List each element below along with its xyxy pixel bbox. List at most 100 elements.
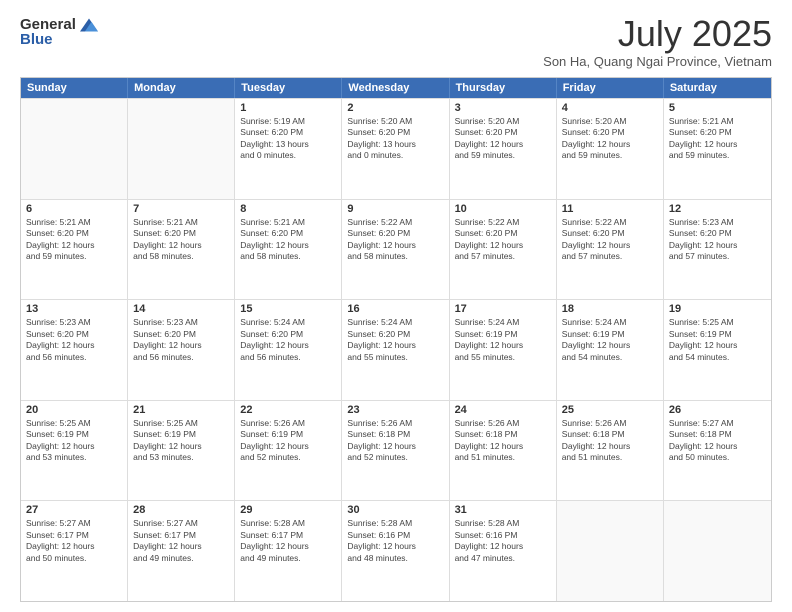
day-number: 31 (455, 504, 551, 516)
calendar-body: 1 Sunrise: 5:19 AM Sunset: 6:20 PM Daylig… (21, 98, 771, 601)
cal-cell: 3Sunrise: 5:20 AM Sunset: 6:20 PM Daylig… (450, 99, 557, 199)
day-number: 1 (240, 102, 336, 114)
day-info: Sunrise: 5:24 AM Sunset: 6:20 PM Dayligh… (240, 317, 336, 363)
cal-header-saturday: Saturday (664, 78, 771, 98)
cal-cell (557, 501, 664, 601)
day-info: Sunrise: 5:27 AM Sunset: 6:17 PM Dayligh… (133, 518, 229, 564)
cal-cell: 6Sunrise: 5:21 AM Sunset: 6:20 PM Daylig… (21, 200, 128, 300)
cal-cell: 26Sunrise: 5:27 AM Sunset: 6:18 PM Dayli… (664, 401, 771, 501)
day-info: Sunrise: 5:24 AM Sunset: 6:20 PM Dayligh… (347, 317, 443, 363)
day-info: Sunrise: 5:25 AM Sunset: 6:19 PM Dayligh… (26, 418, 122, 464)
day-number: 19 (669, 303, 766, 315)
day-number: 6 (26, 203, 122, 215)
day-number: 30 (347, 504, 443, 516)
day-number: 7 (133, 203, 229, 215)
day-info: Sunrise: 5:27 AM Sunset: 6:17 PM Dayligh… (26, 518, 122, 564)
cal-header-sunday: Sunday (21, 78, 128, 98)
day-number: 21 (133, 404, 229, 416)
day-number: 25 (562, 404, 658, 416)
day-number: 23 (347, 404, 443, 416)
cal-cell: 31 Sunrise: 5:28 AM Sunset: 6:16 PM Dayli… (450, 501, 557, 601)
cal-cell: 30 Sunrise: 5:28 AM Sunset: 6:16 PM Dayli… (342, 501, 449, 601)
cal-cell: 7 Sunrise: 5:21 AM Sunset: 6:20 PM Daylig… (128, 200, 235, 300)
day-info: Sunrise: 5:22 AM Sunset: 6:20 PM Dayligh… (455, 217, 551, 263)
cal-cell: 14 Sunrise: 5:23 AM Sunset: 6:20 PM Dayli… (128, 300, 235, 400)
header: General Blue July 2025 Son Ha, Quang Nga… (20, 16, 772, 69)
cal-cell: 21 Sunrise: 5:25 AM Sunset: 6:19 PM Dayli… (128, 401, 235, 501)
cal-row-4: 20 Sunrise: 5:25 AM Sunset: 6:19 PM Dayli… (21, 400, 771, 501)
subtitle: Son Ha, Quang Ngai Province, Vietnam (543, 54, 772, 69)
day-info: Sunrise: 5:20 AM Sunset: 6:20 PM Dayligh… (347, 116, 443, 162)
day-info: Sunrise: 5:28 AM Sunset: 6:16 PM Dayligh… (347, 518, 443, 564)
logo-blue: Blue (20, 31, 53, 48)
cal-cell (21, 99, 128, 199)
day-number: 13 (26, 303, 122, 315)
cal-cell: 23 Sunrise: 5:26 AM Sunset: 6:18 PM Dayli… (342, 401, 449, 501)
day-info: Sunrise: 5:28 AM Sunset: 6:17 PM Dayligh… (240, 518, 336, 564)
day-number: 22 (240, 404, 336, 416)
day-info: Sunrise: 5:26 AM Sunset: 6:18 PM Dayligh… (347, 418, 443, 464)
day-number: 17 (455, 303, 551, 315)
day-info: Sunrise: 5:21 AM Sunset: 6:20 PM Dayligh… (669, 116, 766, 162)
cal-row-3: 13 Sunrise: 5:23 AM Sunset: 6:20 PM Dayli… (21, 299, 771, 400)
day-number: 27 (26, 504, 122, 516)
cal-cell: 17 Sunrise: 5:24 AM Sunset: 6:19 PM Dayli… (450, 300, 557, 400)
cal-cell: 19 Sunrise: 5:25 AM Sunset: 6:19 PM Dayli… (664, 300, 771, 400)
cal-cell: 8Sunrise: 5:21 AM Sunset: 6:20 PM Daylig… (235, 200, 342, 300)
page: General Blue July 2025 Son Ha, Quang Nga… (0, 0, 792, 612)
cal-cell: 29 Sunrise: 5:28 AM Sunset: 6:17 PM Dayli… (235, 501, 342, 601)
cal-row-1: 1 Sunrise: 5:19 AM Sunset: 6:20 PM Daylig… (21, 98, 771, 199)
day-number: 10 (455, 203, 551, 215)
day-number: 12 (669, 203, 766, 215)
day-number: 29 (240, 504, 336, 516)
day-info: Sunrise: 5:19 AM Sunset: 6:20 PM Dayligh… (240, 116, 336, 162)
cal-cell: 9 Sunrise: 5:22 AM Sunset: 6:20 PM Daylig… (342, 200, 449, 300)
cal-cell: 27 Sunrise: 5:27 AM Sunset: 6:17 PM Dayli… (21, 501, 128, 601)
day-info: Sunrise: 5:20 AM Sunset: 6:20 PM Dayligh… (562, 116, 658, 162)
cal-row-2: 6 Sunrise: 5:21 AM Sunset: 6:20 PM Daylig… (21, 199, 771, 300)
calendar: SundayMondayTuesdayWednesdayThursdayFrid… (20, 77, 772, 602)
cal-cell: 15 Sunrise: 5:24 AM Sunset: 6:20 PM Dayli… (235, 300, 342, 400)
title-block: July 2025 Son Ha, Quang Ngai Province, V… (543, 16, 772, 69)
cal-cell: 1 Sunrise: 5:19 AM Sunset: 6:20 PM Daylig… (235, 99, 342, 199)
cal-cell (664, 501, 771, 601)
day-number: 9 (347, 203, 443, 215)
day-info: Sunrise: 5:21 AM Sunset: 6:20 PM Dayligh… (240, 217, 336, 263)
cal-header-thursday: Thursday (450, 78, 557, 98)
day-number: 26 (669, 404, 766, 416)
day-info: Sunrise: 5:26 AM Sunset: 6:18 PM Dayligh… (562, 418, 658, 464)
cal-header-friday: Friday (557, 78, 664, 98)
cal-header-monday: Monday (128, 78, 235, 98)
day-info: Sunrise: 5:23 AM Sunset: 6:20 PM Dayligh… (133, 317, 229, 363)
calendar-header-row: SundayMondayTuesdayWednesdayThursdayFrid… (21, 78, 771, 98)
cal-cell: 20 Sunrise: 5:25 AM Sunset: 6:19 PM Dayli… (21, 401, 128, 501)
cal-header-wednesday: Wednesday (342, 78, 449, 98)
day-info: Sunrise: 5:21 AM Sunset: 6:20 PM Dayligh… (133, 217, 229, 263)
day-info: Sunrise: 5:22 AM Sunset: 6:20 PM Dayligh… (562, 217, 658, 263)
cal-cell: 28Sunrise: 5:27 AM Sunset: 6:17 PM Dayli… (128, 501, 235, 601)
cal-cell: 12 Sunrise: 5:23 AM Sunset: 6:20 PM Dayli… (664, 200, 771, 300)
day-info: Sunrise: 5:23 AM Sunset: 6:20 PM Dayligh… (669, 217, 766, 263)
day-number: 16 (347, 303, 443, 315)
day-info: Sunrise: 5:26 AM Sunset: 6:19 PM Dayligh… (240, 418, 336, 464)
day-info: Sunrise: 5:25 AM Sunset: 6:19 PM Dayligh… (133, 418, 229, 464)
cal-cell: 10 Sunrise: 5:22 AM Sunset: 6:20 PM Dayli… (450, 200, 557, 300)
day-info: Sunrise: 5:24 AM Sunset: 6:19 PM Dayligh… (562, 317, 658, 363)
cal-cell: 11Sunrise: 5:22 AM Sunset: 6:20 PM Dayli… (557, 200, 664, 300)
day-info: Sunrise: 5:26 AM Sunset: 6:18 PM Dayligh… (455, 418, 551, 464)
day-info: Sunrise: 5:24 AM Sunset: 6:19 PM Dayligh… (455, 317, 551, 363)
cal-cell: 5Sunrise: 5:21 AM Sunset: 6:20 PM Daylig… (664, 99, 771, 199)
main-title: July 2025 (543, 16, 772, 52)
day-info: Sunrise: 5:22 AM Sunset: 6:20 PM Dayligh… (347, 217, 443, 263)
day-info: Sunrise: 5:28 AM Sunset: 6:16 PM Dayligh… (455, 518, 551, 564)
cal-cell: 25 Sunrise: 5:26 AM Sunset: 6:18 PM Dayli… (557, 401, 664, 501)
cal-row-5: 27 Sunrise: 5:27 AM Sunset: 6:17 PM Dayli… (21, 500, 771, 601)
cal-cell: 16 Sunrise: 5:24 AM Sunset: 6:20 PM Dayli… (342, 300, 449, 400)
day-number: 14 (133, 303, 229, 315)
cal-cell: 24Sunrise: 5:26 AM Sunset: 6:18 PM Dayli… (450, 401, 557, 501)
day-number: 15 (240, 303, 336, 315)
day-info: Sunrise: 5:23 AM Sunset: 6:20 PM Dayligh… (26, 317, 122, 363)
day-number: 20 (26, 404, 122, 416)
day-number: 18 (562, 303, 658, 315)
day-info: Sunrise: 5:25 AM Sunset: 6:19 PM Dayligh… (669, 317, 766, 363)
